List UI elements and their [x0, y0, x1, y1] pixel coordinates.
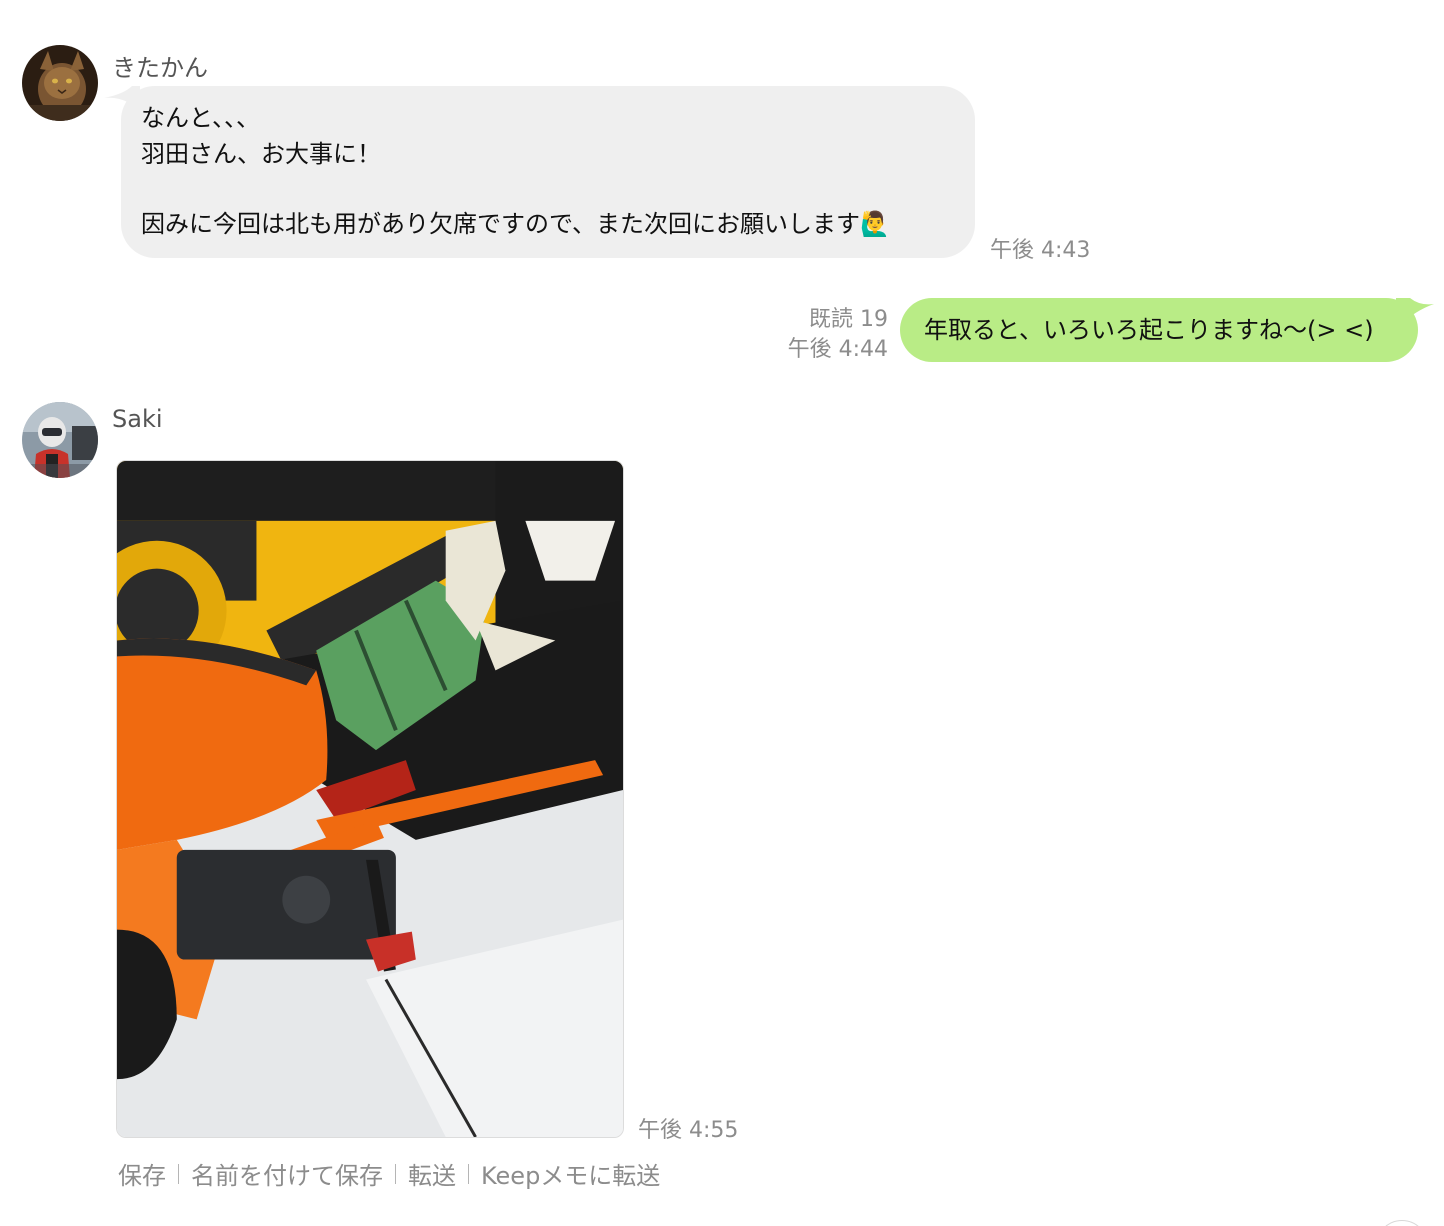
message-line: なんと、、、: [141, 104, 261, 132]
chat-view: きたかん なんと、、、 羽田さん、お大事に！ 因みに今回は北も用があり欠席ですの…: [0, 0, 1444, 1226]
message-timestamp: 午後 4:43: [990, 238, 1091, 263]
save-as-button[interactable]: 名前を付けて保存: [191, 1156, 383, 1191]
avatar-kitakan[interactable]: [22, 45, 98, 121]
bubble-tail-outgoing: [1396, 298, 1434, 328]
divider: [178, 1163, 179, 1184]
message-meta: 既読 19 午後 4:44: [760, 305, 888, 365]
sender-name: きたかん: [112, 54, 208, 82]
message-bubble-outgoing[interactable]: 年取ると、いろいろ起こりますね〜(> <): [900, 298, 1418, 362]
message-line: 羽田さん、お大事に！: [141, 140, 381, 168]
rider-avatar-image: [22, 402, 98, 478]
scroll-down-button[interactable]: [1376, 1220, 1428, 1226]
message-timestamp: 午後 4:44: [787, 337, 888, 362]
avatar-saki[interactable]: [22, 402, 98, 478]
motorcycle-photo: [117, 461, 623, 1137]
forward-button[interactable]: 転送: [408, 1156, 456, 1191]
save-button[interactable]: 保存: [118, 1156, 166, 1191]
message-bubble-incoming[interactable]: なんと、、、 羽田さん、お大事に！ 因みに今回は北も用があり欠席ですので、また次…: [121, 86, 975, 258]
photo-message[interactable]: [116, 460, 624, 1138]
divider: [395, 1163, 396, 1184]
message-line: 因みに今回は北も用があり欠席ですので、また次回にお願いします🙋‍♂️: [141, 210, 890, 238]
keep-memo-forward-button[interactable]: Keepメモに転送: [481, 1156, 660, 1191]
sender-name: Saki: [112, 405, 163, 433]
read-receipt: 既読 19: [809, 307, 888, 332]
cat-avatar-image: [22, 45, 98, 121]
message-text: 年取ると、いろいろ起こりますね〜(> <): [924, 316, 1374, 344]
divider: [468, 1163, 469, 1184]
photo-actions: 保存 名前を付けて保存 転送 Keepメモに転送: [118, 1156, 660, 1191]
message-timestamp: 午後 4:55: [638, 1118, 739, 1143]
